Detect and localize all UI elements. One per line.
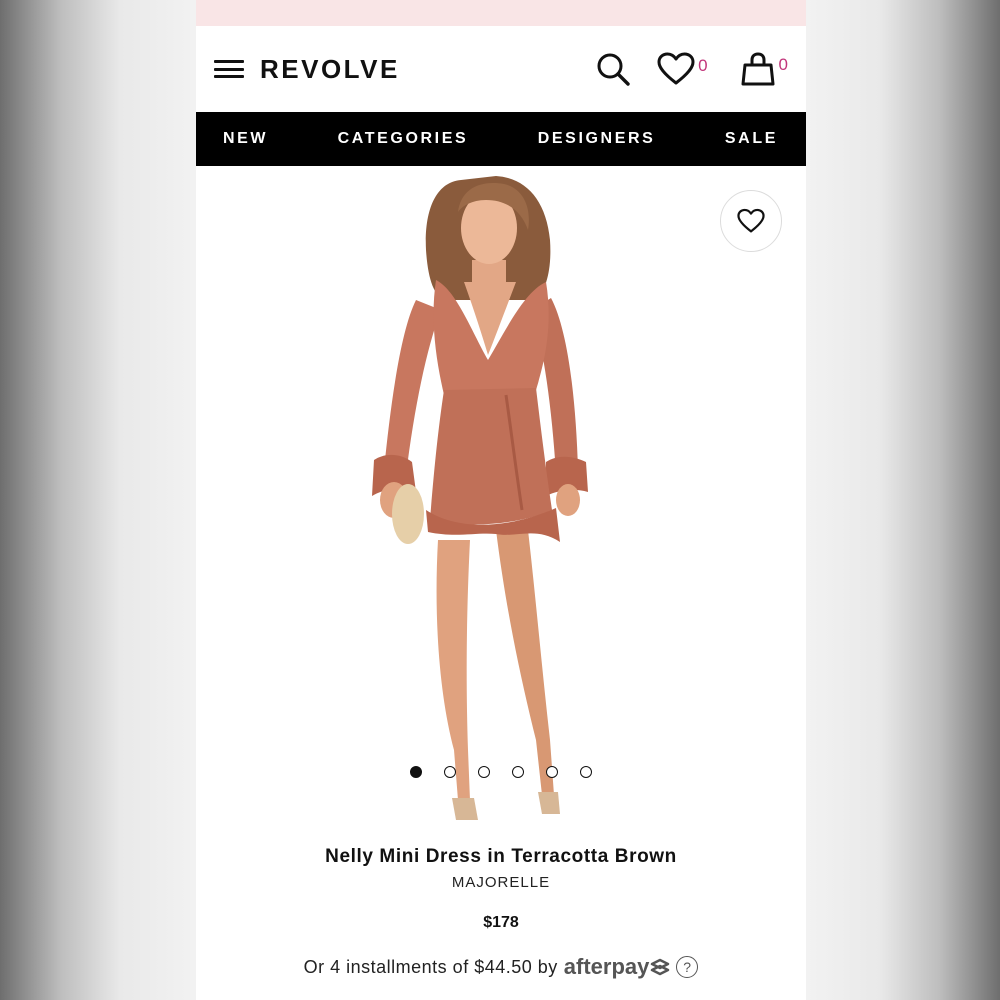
carousel-dots (196, 766, 806, 778)
product-info: Nelly Mini Dress in Terracotta Brown MAJ… (196, 846, 806, 980)
wishlist-button[interactable]: 0 (657, 52, 708, 86)
nav-new[interactable]: NEW (223, 130, 268, 148)
product-brand[interactable]: MAJORELLE (196, 874, 806, 891)
afterpay-logo: afterpay (563, 954, 650, 979)
category-nav: NEW CATEGORIES DESIGNERS SALE (196, 112, 806, 166)
heart-outline-icon (737, 208, 765, 233)
header: REVOLVE 0 0 (196, 26, 806, 112)
promo-strip (196, 0, 806, 26)
afterpay-help-button[interactable]: ? (676, 956, 699, 978)
carousel-dot-4[interactable] (512, 766, 524, 778)
logo[interactable]: REVOLVE (260, 54, 400, 85)
carousel-dot-5[interactable] (546, 766, 558, 778)
search-icon (597, 53, 630, 86)
bag-count: 0 (778, 55, 788, 74)
search-button[interactable] (595, 51, 631, 87)
menu-icon[interactable] (214, 58, 244, 80)
header-actions: 0 0 (595, 51, 788, 87)
product-price: $178 (483, 914, 519, 931)
app-screen: REVOLVE 0 0 NEW CATEGORIES DESIGNERS SAL… (196, 0, 806, 1000)
product-image-carousel[interactable] (196, 166, 806, 826)
wishlist-count: 0 (698, 56, 708, 75)
installments-info: Or 4 installments of $44.50 by afterpay … (196, 954, 806, 980)
carousel-dot-1[interactable] (410, 766, 422, 778)
installments-text: Or 4 installments of $44.50 by (303, 956, 558, 977)
product-title: Nelly Mini Dress in Terracotta Brown (325, 846, 677, 867)
nav-categories[interactable]: CATEGORIES (338, 130, 469, 148)
add-to-favorites-button[interactable] (720, 190, 782, 252)
product-photo[interactable] (346, 170, 656, 830)
bag-icon (741, 52, 775, 86)
bag-button[interactable]: 0 (740, 51, 788, 87)
carousel-dot-2[interactable] (444, 766, 456, 778)
nav-sale[interactable]: SALE (725, 130, 778, 148)
heart-icon (657, 52, 695, 85)
afterpay-arrows-icon (651, 958, 670, 976)
carousel-dot-6[interactable] (580, 766, 592, 778)
carousel-dot-3[interactable] (478, 766, 490, 778)
nav-designers[interactable]: DESIGNERS (538, 130, 656, 148)
